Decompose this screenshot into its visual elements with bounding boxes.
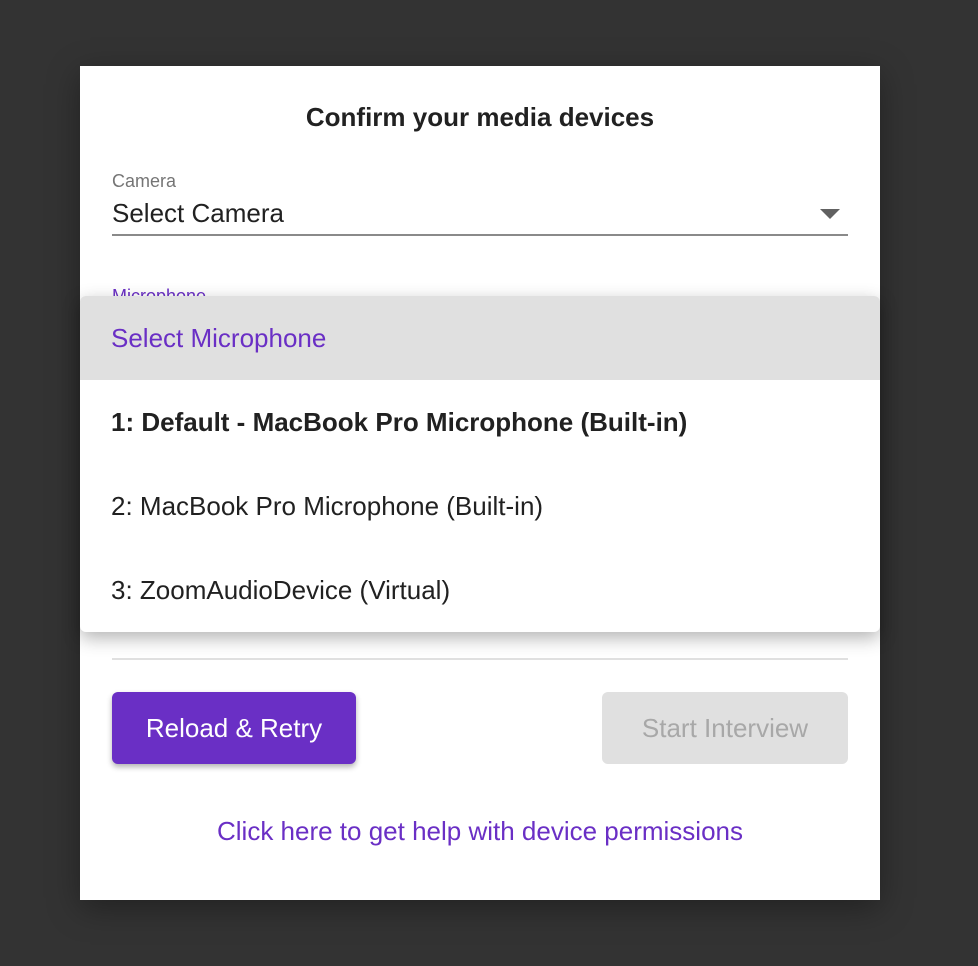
menu-item-zoom-audio[interactable]: 3: ZoomAudioDevice (Virtual): [80, 548, 880, 632]
camera-field: Camera Select Camera: [112, 171, 848, 236]
microphone-dropdown-menu: Select Microphone 1: Default - MacBook P…: [80, 296, 880, 632]
help-permissions-link[interactable]: Click here to get help with device permi…: [80, 816, 880, 847]
start-interview-button[interactable]: Start Interview: [602, 692, 848, 764]
camera-select[interactable]: Select Camera: [112, 192, 848, 236]
chevron-down-icon: [820, 209, 840, 219]
dialog-title: Confirm your media devices: [305, 102, 655, 132]
camera-select-value: Select Camera: [112, 197, 284, 228]
divider: [112, 658, 848, 660]
camera-label: Camera: [112, 171, 177, 191]
reload-retry-button[interactable]: Reload & Retry: [112, 692, 356, 764]
menu-item-macbook-mic[interactable]: 2: MacBook Pro Microphone (Built-in): [80, 464, 880, 548]
menu-item-default-macbook-mic[interactable]: 1: Default - MacBook Pro Microphone (Bui…: [80, 380, 880, 464]
menu-item-select-microphone[interactable]: Select Microphone: [80, 296, 880, 380]
